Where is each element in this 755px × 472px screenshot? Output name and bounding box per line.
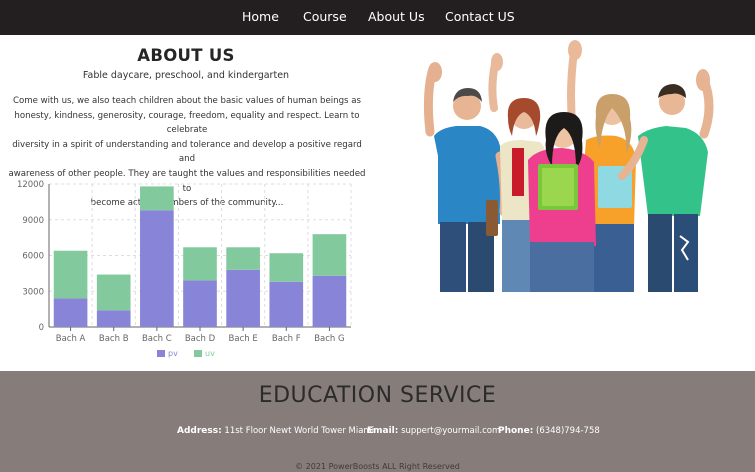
students-group-image [423, 40, 714, 292]
contact-phone: Phone: (6348)794-758 [498, 426, 600, 436]
x-tick-label: Bach F [272, 334, 301, 344]
nav-contact-us-link[interactable]: Contact US [445, 9, 515, 25]
address-label: Address: [177, 426, 222, 436]
nav-course-link[interactable]: Course [303, 9, 347, 25]
legend-label-uv: uv [205, 349, 215, 358]
bar-pv[interactable] [140, 210, 174, 327]
bar-pv[interactable] [96, 310, 131, 327]
bar-uv[interactable] [140, 186, 174, 211]
address-value: 11st Floor Newt World Tower Miami [224, 426, 375, 436]
email-label: Email: [367, 426, 399, 436]
bar-pv[interactable] [226, 269, 260, 327]
bar-uv[interactable] [226, 247, 260, 270]
bar-uv[interactable] [312, 234, 347, 276]
nav-about-us-link[interactable]: About Us [368, 9, 425, 25]
copyright-text: © 2021 PowerBoosts ALL Right Reserved [295, 462, 460, 471]
navbar: Home Course About Us Contact US [0, 0, 755, 35]
about-description-line: Come with us, we also teach children abo… [12, 96, 361, 106]
bar-pv[interactable] [183, 280, 217, 327]
bar-uv[interactable] [53, 250, 88, 299]
student-pink-top [528, 112, 596, 292]
email-value[interactable]: suppert@yourmail.com [401, 426, 500, 436]
legend-swatch-uv [194, 350, 202, 357]
contact-email: Email: suppert@yourmail.com [367, 426, 500, 436]
x-tick-label: Bach E [229, 334, 258, 344]
legend-swatch-pv [157, 350, 165, 357]
phone-label: Phone: [498, 426, 534, 436]
bar-pv[interactable] [269, 281, 304, 327]
x-tick-label: Bach A [56, 334, 86, 344]
x-tick-label: Bach C [142, 334, 172, 344]
contact-address: Address: 11st Floor Newt World Tower Mia… [177, 426, 374, 436]
bar-uv[interactable] [269, 253, 304, 282]
y-tick-label: 9000 [22, 216, 44, 226]
x-tick-label: Bach D [185, 334, 216, 344]
legend-label-pv: pv [168, 349, 178, 358]
y-tick-label: 6000 [22, 252, 44, 262]
footer-title: EDUCATION SERVICE [258, 383, 497, 408]
about-title: ABOUT US [137, 46, 235, 65]
y-tick-label: 0 [39, 323, 44, 333]
phone-value: (6348)794-758 [536, 426, 600, 436]
y-tick-label: 3000 [22, 287, 44, 297]
about-description-line: diversity in a spirit of understanding a… [12, 139, 362, 165]
bar-pv[interactable] [312, 275, 347, 327]
bar-pv[interactable] [53, 298, 88, 327]
about-description-line: honesty, kindness, generosity, courage, … [14, 110, 360, 136]
stacked-bar-chart: 0 3000 6000 9000 12000 Bach A Bach B Bach C Bach… [17, 180, 352, 358]
x-tick-label: Bach G [314, 334, 344, 344]
bar-uv[interactable] [96, 274, 131, 311]
nav-home-link[interactable]: Home [242, 9, 279, 25]
about-subtitle: Fable daycare, preschool, and kindergart… [82, 70, 290, 81]
x-tick-label: Bach B [99, 334, 129, 344]
bar-uv[interactable] [183, 247, 217, 281]
y-tick-label: 12000 [17, 180, 44, 190]
